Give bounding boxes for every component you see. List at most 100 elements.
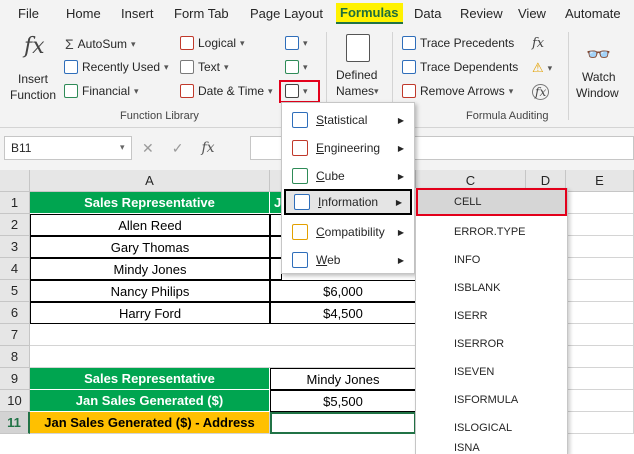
submenu-item-isna[interactable]: ISNA: [416, 442, 567, 454]
row-header-1[interactable]: 1: [0, 192, 30, 214]
cell-a6[interactable]: Harry Ford: [30, 302, 270, 324]
row-header-5[interactable]: 5: [0, 280, 30, 302]
cell-e8[interactable]: [566, 346, 634, 368]
menu-item-engineering[interactable]: Engineering ▶: [284, 135, 412, 161]
trace-precedents-button[interactable]: Trace Precedents: [402, 36, 514, 50]
recently-used-button[interactable]: Recently Used ▾: [64, 60, 169, 74]
cell-e10[interactable]: [566, 390, 634, 412]
text-button[interactable]: Text ▾: [180, 60, 229, 74]
submenu-item-info[interactable]: INFO: [416, 246, 567, 274]
error-checking-button[interactable]: ⚠ ▾: [532, 60, 552, 76]
tab-view[interactable]: View: [518, 6, 546, 21]
date-time-label: Date & Time: [198, 84, 265, 98]
cell-a9[interactable]: Sales Representative: [30, 368, 270, 390]
cell-a1[interactable]: Sales Representative: [30, 192, 270, 214]
insert-function-button[interactable]: fx Insert Function: [8, 32, 58, 104]
chevron-down-icon[interactable]: ▾: [120, 142, 125, 153]
tab-insert[interactable]: Insert: [121, 6, 154, 21]
cell-e5[interactable]: [566, 280, 634, 302]
tab-data[interactable]: Data: [414, 6, 441, 21]
menu-item-compatibility[interactable]: Compatibility ▶: [284, 219, 412, 245]
submenu-item-iserror[interactable]: ISERROR: [416, 330, 567, 358]
row-header-7[interactable]: 7: [0, 324, 30, 346]
menu-item-web[interactable]: Web ▶: [284, 247, 412, 273]
fx-icon: fx: [24, 34, 45, 59]
row-header-3[interactable]: 3: [0, 236, 30, 258]
cell-b10[interactable]: $5,500: [270, 390, 416, 412]
date-time-button[interactable]: Date & Time ▾: [180, 84, 273, 98]
lookup-reference-button[interactable]: ▾: [285, 36, 308, 50]
cell-a2[interactable]: Allen Reed: [30, 214, 270, 236]
cell-a8[interactable]: [30, 346, 416, 368]
row-header-2[interactable]: 2: [0, 214, 30, 236]
cell-e2[interactable]: [566, 214, 634, 236]
column-header-e[interactable]: E: [566, 170, 634, 192]
row-header-9[interactable]: 9: [0, 368, 30, 390]
cell-b9[interactable]: Mindy Jones: [270, 368, 416, 390]
menu-item-statistical[interactable]: Statistical ▶: [284, 107, 412, 133]
column-header-a[interactable]: A: [30, 170, 270, 192]
separator: [568, 32, 569, 120]
math-trig-button[interactable]: ▾: [285, 60, 308, 74]
trace-dependents-button[interactable]: Trace Dependents: [402, 60, 518, 74]
cell-a3[interactable]: Gary Thomas: [30, 236, 270, 258]
submenu-item-cell[interactable]: CELL: [416, 188, 567, 216]
submenu-item-error-type[interactable]: ERROR.TYPE: [416, 218, 567, 246]
cell-e4[interactable]: [566, 258, 634, 280]
information-submenu: CELL ERROR.TYPE INFO ISBLANK ISERR ISERR…: [415, 188, 568, 454]
tab-formulas[interactable]: Formulas: [336, 3, 403, 24]
cell-b5[interactable]: $6,000: [270, 280, 416, 302]
row-header-11[interactable]: 11: [0, 412, 30, 434]
watch-window-button[interactable]: 👓 Watch Window: [574, 32, 628, 104]
defined-names-button[interactable]: Defined Names ▾: [334, 32, 384, 104]
menu-item-label: Compatibility: [316, 225, 385, 239]
accelerator-key: C: [316, 169, 325, 183]
tab-review[interactable]: Review: [460, 6, 503, 21]
cell-e1[interactable]: [566, 192, 634, 214]
show-formulas-button[interactable]: fx: [532, 36, 544, 51]
tab-form-tab[interactable]: Form Tab: [174, 6, 229, 21]
cell-e11[interactable]: [566, 412, 634, 434]
trace-dependents-icon: [402, 60, 416, 74]
chevron-right-icon: ▶: [395, 197, 402, 207]
lookup-icon: [285, 36, 299, 50]
select-all-corner[interactable]: [0, 170, 30, 192]
tab-page-layout[interactable]: Page Layout: [250, 6, 323, 21]
submenu-item-isblank[interactable]: ISBLANK: [416, 274, 567, 302]
cell-a5[interactable]: Nancy Philips: [30, 280, 270, 302]
logical-button[interactable]: Logical ▾: [180, 36, 245, 50]
cell-e6[interactable]: [566, 302, 634, 324]
cell-e3[interactable]: [566, 236, 634, 258]
show-formulas-icon: fx: [532, 36, 545, 51]
cancel-icon[interactable]: ✕: [142, 140, 154, 157]
insert-function-icon[interactable]: fx: [201, 140, 214, 156]
cell-b11[interactable]: [270, 412, 416, 434]
menu-item-cube[interactable]: Cube ▶: [284, 163, 412, 189]
row-header-4[interactable]: 4: [0, 258, 30, 280]
evaluate-formula-button[interactable]: fx: [532, 84, 550, 100]
menu-item-information[interactable]: Information ▶: [284, 189, 412, 215]
submenu-item-isformula[interactable]: ISFORMULA: [416, 386, 567, 414]
cell-b6[interactable]: $4,500: [270, 302, 416, 324]
autosum-button[interactable]: Σ AutoSum ▾: [65, 36, 136, 52]
row-header-6[interactable]: 6: [0, 302, 30, 324]
row-header-10[interactable]: 10: [0, 390, 30, 412]
submenu-item-iserr[interactable]: ISERR: [416, 302, 567, 330]
tab-file[interactable]: File: [18, 6, 39, 21]
submenu-item-iseven[interactable]: ISEVEN: [416, 358, 567, 386]
text-label: Text: [198, 60, 221, 74]
submenu-item-islogical[interactable]: ISLOGICAL: [416, 414, 567, 442]
row-header-8[interactable]: 8: [0, 346, 30, 368]
cell-a10[interactable]: Jan Sales Generated ($): [30, 390, 270, 412]
cell-a11[interactable]: Jan Sales Generated ($) - Address: [30, 412, 270, 434]
financial-button[interactable]: Financial ▾: [64, 84, 139, 98]
tab-home[interactable]: Home: [66, 6, 101, 21]
name-box[interactable]: B11: [4, 136, 132, 160]
cell-a7[interactable]: [30, 324, 416, 346]
cell-e9[interactable]: [566, 368, 634, 390]
cell-a4[interactable]: Mindy Jones: [30, 258, 270, 280]
remove-arrows-button[interactable]: Remove Arrows ▾: [402, 84, 513, 98]
enter-icon[interactable]: ✓: [172, 140, 184, 157]
tab-automate[interactable]: Automate: [565, 6, 621, 21]
cell-e7[interactable]: [566, 324, 634, 346]
